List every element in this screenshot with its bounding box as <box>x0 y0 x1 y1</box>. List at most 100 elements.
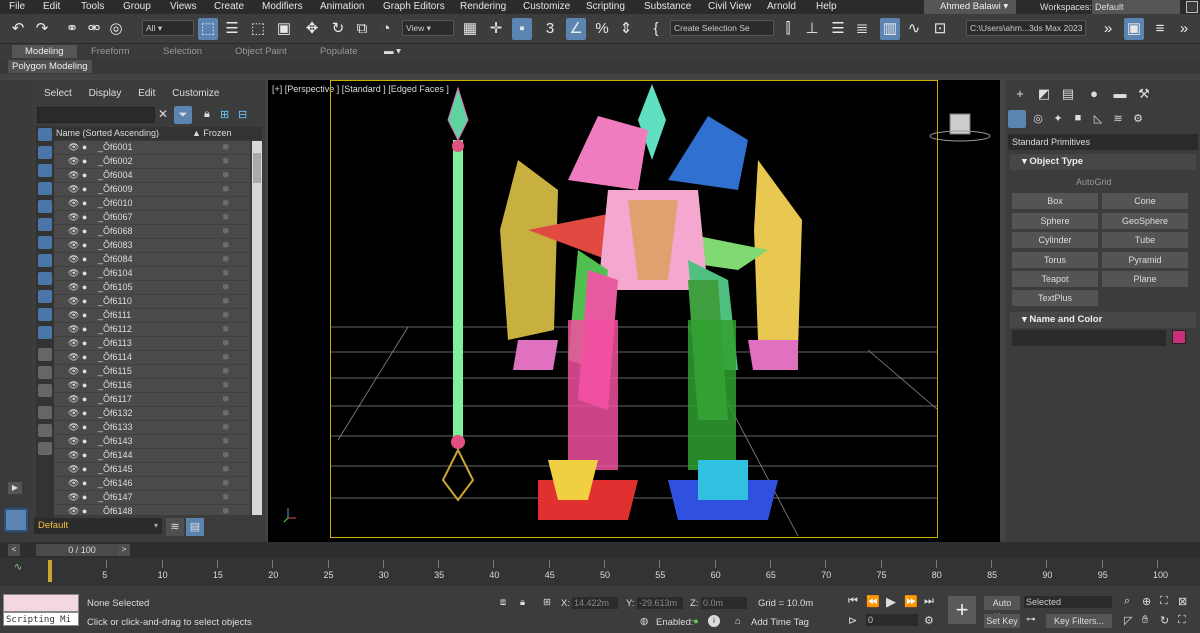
previous-frame-icon[interactable]: ⏪ <box>866 595 880 608</box>
clear-search-icon[interactable]: ✕ <box>158 107 168 121</box>
time-config-icon[interactable]: ⚙ <box>924 614 934 627</box>
time-next-icon[interactable]: > <box>118 544 130 556</box>
visibility-eye-icon[interactable]: 👁︎ ● <box>68 449 87 462</box>
menu-file[interactable]: File <box>9 1 25 12</box>
time-tag-icon[interactable]: ⌂ <box>735 616 741 627</box>
visibility-eye-icon[interactable]: 👁︎ ● <box>68 141 87 154</box>
visibility-eye-icon[interactable]: 👁︎ ● <box>68 379 87 392</box>
frozen-toggle-icon[interactable]: ❄ <box>222 281 230 294</box>
schematic-view-icon[interactable]: ⊡ <box>930 18 950 40</box>
display-all-icon[interactable] <box>38 348 52 361</box>
visibility-eye-icon[interactable]: 👁︎ ● <box>68 491 87 504</box>
geosphere-button[interactable]: GeoSphere <box>1102 213 1188 229</box>
ribbon-tab-modeling[interactable]: Modeling <box>12 45 77 58</box>
zoom-all-icon[interactable]: ⊕ <box>1142 595 1151 608</box>
selection-set-select[interactable]: Create Selection Se <box>670 20 774 36</box>
invert-display-icon[interactable] <box>38 384 52 397</box>
menu-modifiers[interactable]: Modifiers <box>262 1 303 12</box>
column-name-header[interactable]: Name (Sorted Ascending) <box>56 127 159 140</box>
table-row[interactable]: 👁︎ ● _Ôf6009 ❄ <box>54 183 250 197</box>
frozen-toggle-icon[interactable]: ❄ <box>222 169 230 182</box>
toolbar-more-icon[interactable]: » <box>1174 18 1194 40</box>
teapot-button[interactable]: Teapot <box>1012 271 1098 287</box>
frozen-toggle-icon[interactable]: ❄ <box>222 337 230 350</box>
explorer-menu-edit[interactable]: Edit <box>138 88 155 99</box>
helpers-category-icon[interactable]: ◺ <box>1088 112 1108 125</box>
move-icon[interactable]: ✥ <box>302 18 322 40</box>
create-tab-icon[interactable]: + <box>1010 86 1030 101</box>
maximize-viewport-icon[interactable]: ⛶ <box>1178 614 1186 627</box>
layer-view-icon[interactable]: ▤ <box>186 518 204 536</box>
render-setup-icon[interactable]: ≡ <box>1150 18 1170 40</box>
object-type-rollout[interactable]: ▾ Object Type <box>1010 154 1196 170</box>
bones-filter-icon[interactable] <box>38 272 52 285</box>
zoom-extents-all-icon[interactable]: ⊠ <box>1178 595 1187 608</box>
frozen-toggle-icon[interactable]: ❄ <box>222 449 230 462</box>
layers-icon[interactable]: ≋ <box>166 518 184 536</box>
go-to-start-icon[interactable]: ⏮ <box>848 595 858 608</box>
hierarchy-tab-icon[interactable]: ▤ <box>1058 86 1078 102</box>
toolbar-overflow-icon[interactable]: » <box>1098 18 1118 40</box>
geometry-category-icon[interactable] <box>1008 110 1026 128</box>
ribbon-tab-populate[interactable]: Populate <box>320 45 358 58</box>
select-manipulate-icon[interactable]: ✛ <box>486 18 506 40</box>
display-tab-icon[interactable]: ▬ <box>1110 86 1130 101</box>
snaps-toggle-icon[interactable]: 3 <box>540 18 560 40</box>
motion-tab-icon[interactable]: ● <box>1084 86 1104 101</box>
lock-icon[interactable]: 🔒︎ <box>204 108 210 121</box>
toggle-ribbon-icon[interactable]: ▥ <box>880 18 900 40</box>
polygon-modeling-tab[interactable]: Polygon Modeling <box>8 60 92 73</box>
pyramid-button[interactable]: Pyramid <box>1102 252 1188 268</box>
table-row[interactable]: 👁︎ ● _Ôf6110 ❄ <box>54 295 250 309</box>
isolate-icon[interactable]: ⧈ <box>500 597 506 608</box>
hierarchy-icon[interactable]: ⊞ <box>220 108 229 121</box>
object-color-swatch[interactable] <box>1172 330 1186 344</box>
visibility-eye-icon[interactable]: 👁︎ ● <box>68 225 87 238</box>
table-row[interactable]: 👁︎ ● _Ôf6113 ❄ <box>54 337 250 351</box>
table-row[interactable]: 👁︎ ● _Ôf6145 ❄ <box>54 463 250 477</box>
cameras-filter-icon[interactable] <box>38 182 52 195</box>
frozen-filter-icon[interactable] <box>38 308 52 321</box>
toggle-scene-explorer-icon[interactable]: ☰ <box>828 18 848 40</box>
visibility-eye-icon[interactable]: 👁︎ ● <box>68 393 87 406</box>
explorer-menu-customize[interactable]: Customize <box>172 88 219 99</box>
add-time-tag-button[interactable]: Add Time Tag <box>751 617 809 628</box>
cylinder-button[interactable]: Cylinder <box>1012 232 1098 248</box>
scrollbar-thumb[interactable] <box>253 153 261 183</box>
menu-rendering[interactable]: Rendering <box>460 1 506 12</box>
object-name-input[interactable] <box>1012 330 1166 346</box>
key-filter-icon[interactable]: ⊶ <box>1026 614 1036 625</box>
table-row[interactable]: 👁︎ ● _Ôf6010 ❄ <box>54 197 250 211</box>
visibility-eye-icon[interactable]: 👁︎ ● <box>68 295 87 308</box>
visibility-eye-icon[interactable]: 👁︎ ● <box>68 309 87 322</box>
lights-category-icon[interactable]: ✦ <box>1048 112 1068 125</box>
time-slider-thumb[interactable]: 0 / 100 <box>36 544 128 556</box>
table-row[interactable]: 👁︎ ● _Ôf6001 ❄ <box>54 141 250 155</box>
modify-tab-icon[interactable]: ◩ <box>1034 86 1054 102</box>
filter-funnel-icon[interactable] <box>38 424 52 437</box>
menu-customize[interactable]: Customize <box>523 1 570 12</box>
selection-filter-select[interactable]: All ▾ <box>142 20 194 36</box>
visibility-eye-icon[interactable]: 👁︎ ● <box>68 155 87 168</box>
frozen-toggle-icon[interactable]: ❄ <box>222 351 230 364</box>
reference-coordinate-select[interactable]: View ▾ <box>402 20 454 36</box>
lights-filter-icon[interactable] <box>38 164 52 177</box>
torus-button[interactable]: Torus <box>1012 252 1098 268</box>
enabled-indicator-icon[interactable]: ● <box>693 616 699 627</box>
set-key-button[interactable]: Set Key <box>984 614 1020 628</box>
frozen-toggle-icon[interactable]: ❄ <box>222 421 230 434</box>
play-icon[interactable]: ▶ <box>886 594 896 610</box>
pan-icon[interactable]: ✋︎ <box>1142 614 1148 627</box>
ribbon-tab-freeform[interactable]: Freeform <box>91 45 130 58</box>
visibility-eye-icon[interactable]: 👁︎ ● <box>68 351 87 364</box>
plane-button[interactable]: Plane <box>1102 271 1188 287</box>
explorer-menu-select[interactable]: Select <box>44 88 72 99</box>
undo-icon[interactable]: ↶ <box>8 18 28 40</box>
placement-icon[interactable]: ◔ <box>376 18 396 40</box>
hidden-filter-icon[interactable] <box>38 326 52 339</box>
pivot-center-icon[interactable]: ▦ <box>460 18 480 40</box>
column-frozen-header[interactable]: ▲ Frozen <box>192 127 231 140</box>
maxscript-listener-input[interactable] <box>3 594 79 612</box>
explorer-menu-display[interactable]: Display <box>89 88 122 99</box>
time-slider[interactable]: < 0 / 100 > <box>0 542 1200 558</box>
